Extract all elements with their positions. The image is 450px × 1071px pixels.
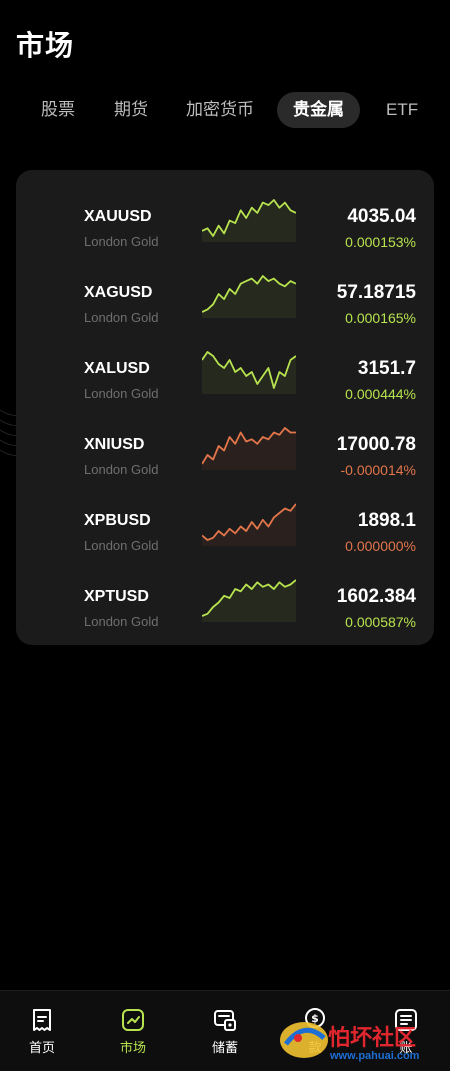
symbol: XAUUSD [84,208,152,225]
change-percent: -0.000014% [340,462,416,478]
instrument-name: London Gold [84,462,159,477]
change-percent: 0.000444% [345,386,416,402]
symbol: XPBUSD [84,512,151,529]
sparkline-chart [202,199,296,242]
nav-home[interactable]: 首页 [7,1007,77,1056]
tab-etf[interactable]: ETF [370,92,434,128]
tab-precious-metals[interactable]: 贵金属 [277,92,360,128]
symbol: XPTUSD [84,588,149,605]
nav-savings[interactable]: 储蓄 [190,1007,260,1056]
tab-futures[interactable]: 期货 [98,92,164,128]
price: 57.18715 [336,282,416,303]
sparkline-chart [202,275,296,318]
tab-crypto[interactable]: 加密货币 [170,92,270,128]
price: 3151.7 [357,358,416,379]
change-percent: 0.000000% [345,538,416,554]
watermark-url: www.pahuai.com [330,1050,420,1062]
change-percent: 0.000153% [345,234,416,250]
instrument-name: London Gold [84,386,159,401]
market-row[interactable]: XAGUSD London Gold 57.18715 0.000165% [16,258,434,334]
sparkline-chart [202,579,296,622]
nav-label: 储蓄 [211,1040,238,1055]
watermark-text: 怕坏社区 [328,1025,417,1051]
market-chart-icon [122,1009,144,1031]
symbol: XAGUSD [84,284,153,301]
change-percent: 0.000587% [345,614,416,630]
sparkline-area [202,428,296,470]
nav-label: 首页 [28,1040,55,1055]
nav-label: 市场 [119,1040,146,1055]
market-row[interactable]: XPTUSD London Gold 1602.384 0.000587% [16,562,434,638]
instrument-name: London Gold [84,234,159,249]
page-title: 市场 [16,30,75,61]
tab-stocks[interactable]: 股票 [25,92,91,128]
price: 1602.384 [336,586,416,607]
symbol: XALUSD [84,360,150,377]
nav-market[interactable]: 市场 [98,1007,168,1056]
savings-icon [214,1010,236,1031]
market-row[interactable]: XPBUSD London Gold 1898.1 0.000000% [16,486,434,562]
sparkline-chart [202,503,296,546]
price: 4035.04 [347,206,416,227]
change-percent: 0.000165% [345,310,416,326]
symbol: XNIUSD [84,436,145,453]
sparkline-chart [202,351,296,394]
home-receipt-icon [33,1009,51,1031]
market-row[interactable]: XAUUSD London Gold 4035.04 0.000153% [16,182,434,258]
sparkline-chart [202,427,296,470]
market-row[interactable]: XNIUSD London Gold 17000.78 -0.000014% [16,410,434,486]
market-row[interactable]: XALUSD London Gold 3151.7 0.000444% [16,334,434,410]
instrument-name: London Gold [84,310,159,325]
instrument-name: London Gold [84,538,159,553]
price: 17000.78 [336,434,416,455]
price: 1898.1 [357,510,416,531]
instrument-name: London Gold [84,614,159,629]
market-list-card: XAUUSD London Gold 4035.04 0.000153% XAG… [16,170,434,645]
category-tabs: 股票 期货 加密货币 贵金属 ETF [0,92,450,128]
